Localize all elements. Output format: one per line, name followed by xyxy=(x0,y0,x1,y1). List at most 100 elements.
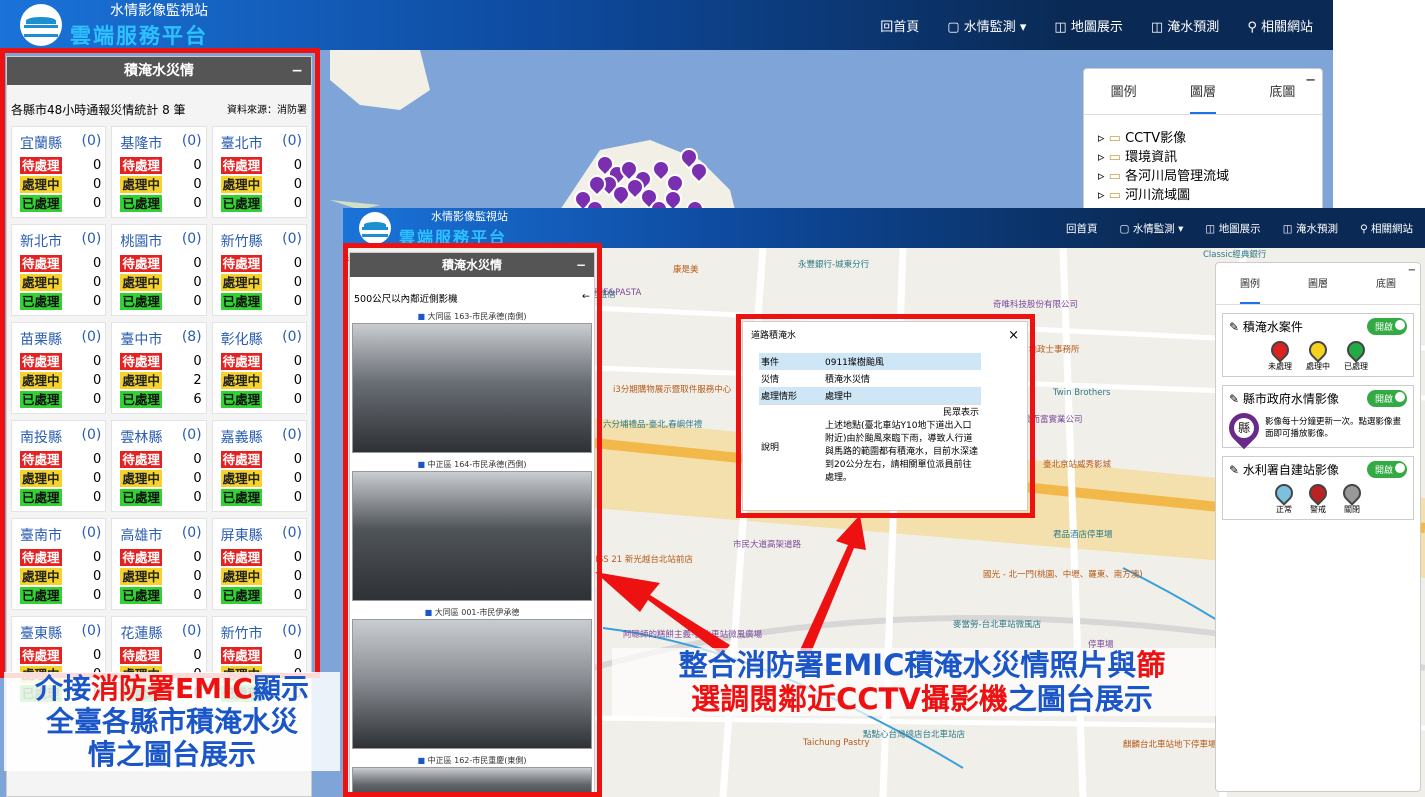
camera-feed[interactable] xyxy=(352,323,592,453)
county-card[interactable]: 臺南市 (0) 待處理 0 處理中 0 已處理 0 xyxy=(11,518,107,610)
county-name[interactable]: 花蓮縣 xyxy=(120,623,162,643)
layer-item[interactable]: ▹ ▭ 河川流域圖 xyxy=(1098,186,1308,205)
county-card[interactable]: 新竹縣 (0) 待處理 0 處理中 0 已處理 0 xyxy=(211,224,307,316)
working-count: 0 xyxy=(293,471,302,486)
nav-monitor[interactable]: ▢ 水情監測 ▾ xyxy=(947,16,1026,35)
minimize-button[interactable]: − xyxy=(1305,73,1316,88)
county-name[interactable]: 基隆市 xyxy=(120,133,162,153)
tab-layers[interactable]: 圖層 xyxy=(1308,263,1328,304)
county-card[interactable]: 屏東縣 (0) 待處理 0 處理中 0 已處理 0 xyxy=(211,518,307,610)
camera-feed[interactable] xyxy=(352,619,592,749)
nav-forecast[interactable]: ◫ 淹水預測 xyxy=(1151,16,1219,35)
county-name[interactable]: 新竹縣 xyxy=(221,231,263,251)
tab-legend[interactable]: 圖例 xyxy=(1111,69,1137,114)
county-name[interactable]: 苗栗縣 xyxy=(20,329,62,349)
edit-icon: ✎ xyxy=(1229,463,1240,477)
county-name[interactable]: 宜蘭縣 xyxy=(20,133,62,153)
pending-count: 0 xyxy=(93,550,102,565)
status-done-badge: 已處理 xyxy=(120,391,162,408)
status-done-badge: 已處理 xyxy=(220,587,263,604)
county-name[interactable]: 臺南市 xyxy=(20,525,62,545)
county-name[interactable]: 臺中市 xyxy=(120,329,162,349)
app-logo[interactable] xyxy=(359,212,391,244)
minimize-button[interactable]: − xyxy=(291,57,303,85)
working-count: 0 xyxy=(193,569,202,584)
nav-home[interactable]: 回首頁 xyxy=(880,16,919,35)
camera-title[interactable]: ■ 大同區 163-市民承德(南側) xyxy=(350,311,594,323)
map-label: 點點心台灣總店台北車站店 xyxy=(863,730,966,740)
tab-basemap[interactable]: 底圖 xyxy=(1269,69,1295,114)
status-done-badge: 已處理 xyxy=(220,195,263,212)
county-total: (0) xyxy=(181,133,202,149)
county-name[interactable]: 嘉義縣 xyxy=(221,427,263,447)
camera-title[interactable]: ■ 大同區 001-市民伊承德 xyxy=(350,607,594,619)
minimize-button[interactable]: − xyxy=(576,253,586,277)
county-name[interactable]: 彰化縣 xyxy=(221,329,263,349)
done-count: 0 xyxy=(93,392,102,407)
toggle-switch[interactable]: 開啟 xyxy=(1366,461,1407,478)
county-name[interactable]: 臺東縣 xyxy=(20,623,62,643)
county-name[interactable]: 高雄市 xyxy=(120,525,162,545)
nav-forecast[interactable]: ◫ 淹水預測 xyxy=(1283,221,1338,236)
close-icon[interactable]: × xyxy=(1008,328,1019,343)
caption-right: 整合消防署EMIC積淹水災情照片與篩 選調閱鄰近CCTV攝影機之圖台展示 xyxy=(612,648,1232,717)
minimize-button[interactable]: − xyxy=(1408,265,1416,276)
caption-text: 整合消防署EMIC積淹水災情照片與 xyxy=(678,648,1137,682)
status-pending-badge: 待處理 xyxy=(20,647,62,664)
county-total: (0) xyxy=(81,427,102,443)
station-pin-icon xyxy=(1305,480,1331,506)
county-card[interactable]: 高雄市 (0) 待處理 0 處理中 0 已處理 0 xyxy=(111,518,207,610)
video-camera-icon: ■ xyxy=(417,312,426,321)
layer-item[interactable]: ▹ ▭ 環境資訊 xyxy=(1098,148,1308,167)
popup-value: 處理中 xyxy=(825,392,853,402)
nav-links[interactable]: ⚲ 相關網站 xyxy=(1360,221,1413,236)
county-card[interactable]: 彰化縣 (0) 待處理 0 處理中 0 已處理 0 xyxy=(211,322,307,414)
county-card[interactable]: 新北市 (0) 待處理 0 處理中 0 已處理 0 xyxy=(11,224,107,316)
done-count: 0 xyxy=(193,588,202,603)
nav-map[interactable]: ◫ 地圖展示 xyxy=(1054,16,1122,35)
county-card[interactable]: 宜蘭縣 (0) 待處理 0 處理中 0 已處理 0 xyxy=(11,126,107,218)
nav-links[interactable]: ⚲ 相關網站 xyxy=(1247,16,1313,35)
tab-layers[interactable]: 圖層 xyxy=(1189,69,1216,114)
flood-popup: 道路積淹水 × 事件 0911璨樹颱風 災情 積淹水災情 處理情形 處理中 說明 民眾表示… xyxy=(742,321,1028,511)
tab-basemap[interactable]: 底圖 xyxy=(1376,263,1396,304)
nav-monitor[interactable]: ▢ 水情監測 ▾ xyxy=(1120,221,1184,236)
nav-map[interactable]: ◫ 地圖展示 xyxy=(1205,221,1260,236)
nav-home[interactable]: 回首頁 xyxy=(1066,221,1098,236)
county-name[interactable]: 桃園市 xyxy=(120,231,162,251)
tab-legend[interactable]: 圖例 xyxy=(1240,263,1260,304)
layer-item[interactable]: ▹ ▭ 各河川局管理流域 xyxy=(1098,167,1308,186)
camera-icon: ▢ xyxy=(1119,222,1130,235)
county-name[interactable]: 新北市 xyxy=(20,231,62,251)
top-navbar: 水情影像監視站 雲端服務平台 回首頁 ▢ 水情監測 ▾ ◫ 地圖展示 ◫ 淹水預… xyxy=(343,208,1425,248)
county-name[interactable]: 南投縣 xyxy=(20,427,62,447)
county-card[interactable]: 南投縣 (0) 待處理 0 處理中 0 已處理 0 xyxy=(11,420,107,512)
county-name[interactable]: 臺北市 xyxy=(221,133,263,153)
county-name[interactable]: 雲林縣 xyxy=(120,427,162,447)
county-card[interactable]: 基隆市 (0) 待處理 0 處理中 0 已處理 0 xyxy=(111,126,207,218)
pending-count: 0 xyxy=(93,256,102,271)
county-card[interactable]: 臺中市 (8) 待處理 0 處理中 2 已處理 6 xyxy=(111,322,207,414)
camera-title[interactable]: ■ 中正區 164-市民承德(西側) xyxy=(350,459,594,471)
county-name[interactable]: 新竹市 xyxy=(221,623,263,643)
county-card[interactable]: 臺北市 (0) 待處理 0 處理中 0 已處理 0 xyxy=(211,126,307,218)
county-card[interactable]: 桃園市 (0) 待處理 0 處理中 0 已處理 0 xyxy=(111,224,207,316)
back-arrow-icon[interactable]: ← xyxy=(582,291,590,305)
layer-item[interactable]: ▹ ▭ CCTV影像 xyxy=(1098,129,1308,148)
legend-group-title: ✎ 積淹水案件 xyxy=(1229,318,1303,335)
toggle-switch[interactable]: 開啟 xyxy=(1366,318,1407,335)
county-card[interactable]: 雲林縣 (0) 待處理 0 處理中 0 已處理 0 xyxy=(111,420,207,512)
county-card[interactable]: 苗栗縣 (0) 待處理 0 處理中 0 已處理 0 xyxy=(11,322,107,414)
county-card[interactable]: 嘉義縣 (0) 待處理 0 處理中 0 已處理 0 xyxy=(211,420,307,512)
camera-title[interactable]: ■ 中正區 162-市民重慶(東側) xyxy=(350,755,594,767)
app-logo[interactable] xyxy=(20,4,62,46)
county-name[interactable]: 屏東縣 xyxy=(221,525,263,545)
pending-count: 0 xyxy=(193,256,202,271)
map-label: 六分埔禮品-臺北,春嶼伴禮 xyxy=(603,420,703,430)
pending-count: 0 xyxy=(93,452,102,467)
camera-feed[interactable] xyxy=(352,767,592,797)
done-count: 0 xyxy=(293,490,302,505)
camera-feed[interactable] xyxy=(352,471,592,601)
toggle-switch[interactable]: 開啟 xyxy=(1366,390,1407,407)
camera-icon: ▢ xyxy=(947,19,960,35)
